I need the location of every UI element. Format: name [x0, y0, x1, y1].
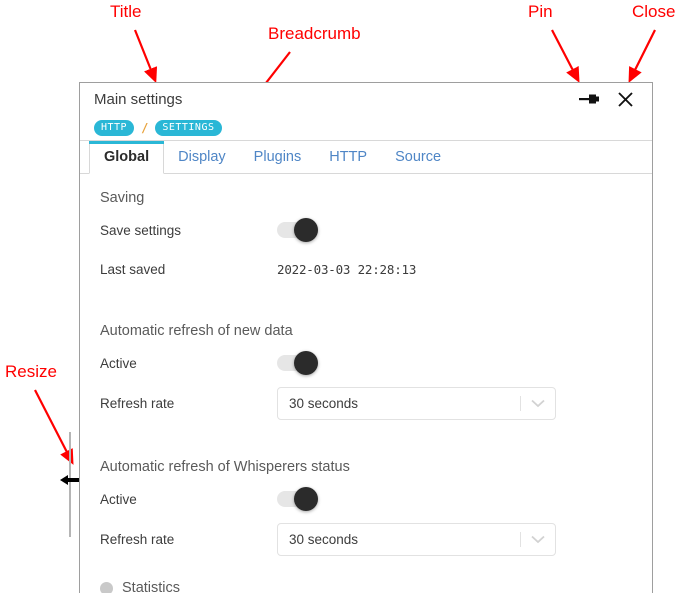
toggle-knob — [294, 487, 318, 511]
pin-icon — [579, 94, 599, 104]
close-icon — [617, 91, 633, 107]
select-value: 30 seconds — [289, 532, 359, 547]
row-save-settings: Save settings — [80, 215, 652, 245]
select-refresh-whisperers-rate[interactable]: 30 seconds — [277, 523, 556, 556]
pin-button[interactable] — [578, 88, 600, 110]
breadcrumb: HTTP / SETTINGS — [80, 115, 652, 141]
select-refresh-new-data-rate[interactable]: 30 seconds — [277, 387, 556, 420]
row-refresh-whisperers-active: Active — [80, 484, 652, 514]
label-refresh-whisperers-active: Active — [100, 491, 137, 507]
section-title-refresh-whisperers: Automatic refresh of Whisperers status — [100, 459, 350, 475]
toggle-knob — [294, 218, 318, 242]
annotation-label-resize: Resize — [5, 362, 57, 381]
annotation-label-breadcrumb: Breadcrumb — [268, 24, 361, 43]
row-last-saved: Last saved 2022-03-03 22:28:13 — [80, 254, 652, 284]
row-refresh-whisperers-rate: Refresh rate 30 seconds — [80, 523, 652, 556]
label-last-saved: Last saved — [100, 261, 166, 277]
chevron-down-icon — [521, 399, 555, 408]
tab-http[interactable]: HTTP — [315, 141, 381, 173]
value-last-saved: 2022-03-03 22:28:13 — [277, 261, 417, 277]
tab-content-global: Saving Save settings Last saved 2022-03-… — [80, 174, 652, 593]
statistics-bullet-icon — [100, 581, 113, 593]
tab-global[interactable]: Global — [89, 141, 165, 174]
toggle-knob — [294, 351, 318, 375]
settings-panel: Main settings HTTP / SETTINGS Global Dis… — [79, 82, 653, 593]
section-title-refresh-new-data: Automatic refresh of new data — [100, 323, 293, 339]
annotation-label-close: Close — [632, 2, 676, 21]
toggle-save-settings[interactable] — [277, 218, 318, 242]
toggle-refresh-whisperers-active[interactable] — [277, 487, 318, 511]
label-refresh-whisperers-rate: Refresh rate — [100, 532, 175, 547]
breadcrumb-separator: / — [141, 120, 149, 135]
page-title: Main settings — [94, 90, 183, 108]
label-refresh-new-data-active: Active — [100, 355, 137, 371]
tab-bar: Global Display Plugins HTTP Source — [80, 141, 652, 174]
annotation-label-title: Title — [110, 2, 142, 21]
label-refresh-new-data-rate: Refresh rate — [100, 396, 175, 411]
row-refresh-new-data-rate: Refresh rate 30 seconds — [80, 387, 652, 420]
chevron-down-icon — [521, 535, 555, 544]
section-title-saving: Saving — [100, 190, 145, 206]
select-value: 30 seconds — [289, 396, 359, 411]
label-save-settings: Save settings — [100, 222, 182, 238]
panel-titlebar: Main settings — [80, 83, 652, 115]
section-title-statistics: Statistics — [122, 580, 181, 593]
tab-plugins[interactable]: Plugins — [240, 141, 316, 173]
breadcrumb-item-settings[interactable]: SETTINGS — [155, 119, 222, 136]
close-button[interactable] — [614, 88, 636, 110]
annotation-label-pin: Pin — [528, 2, 553, 21]
section-statistics[interactable]: Statistics — [80, 580, 652, 593]
titlebar-actions — [578, 88, 642, 110]
toggle-refresh-new-data-active[interactable] — [277, 351, 318, 375]
breadcrumb-item-http[interactable]: HTTP — [94, 119, 135, 136]
row-refresh-new-data-active: Active — [80, 348, 652, 378]
tab-display[interactable]: Display — [164, 141, 240, 173]
tab-source[interactable]: Source — [381, 141, 455, 173]
